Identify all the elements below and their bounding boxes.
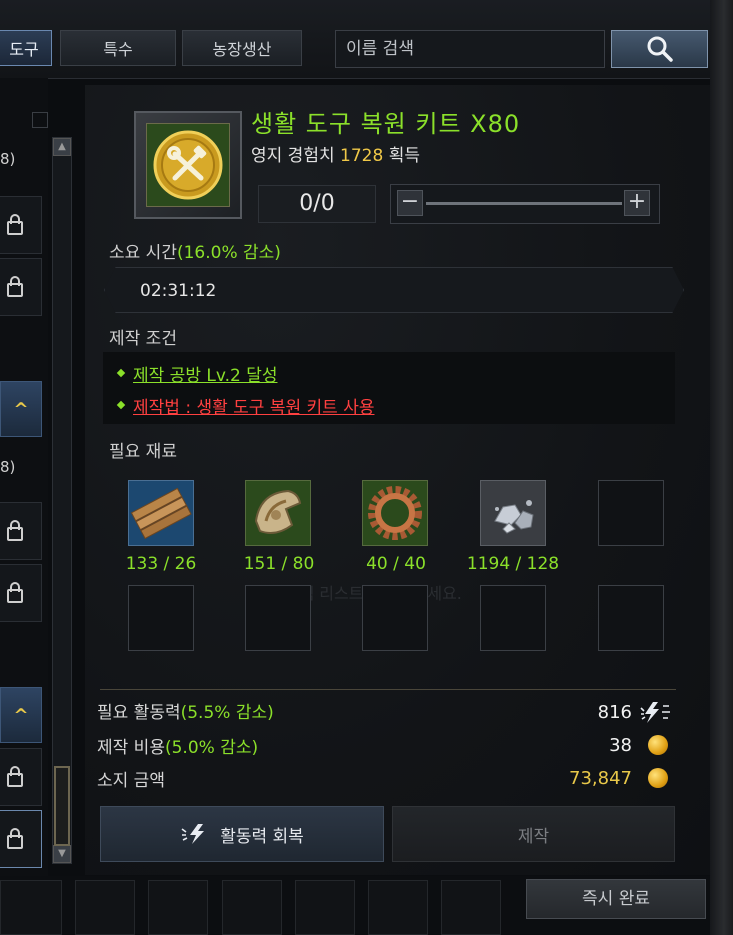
lock-icon: [6, 828, 23, 849]
queue-slot[interactable]: [368, 880, 428, 935]
collapse-button[interactable]: ^: [0, 687, 42, 743]
queue-slot[interactable]: [295, 880, 355, 935]
time-reduction: (16.0% 감소): [176, 243, 281, 263]
list-item[interactable]: [0, 564, 42, 622]
list-item[interactable]: [0, 748, 42, 806]
material-slot[interactable]: [362, 480, 428, 546]
owned-value: 73,847: [569, 768, 632, 789]
lock-icon: [6, 520, 23, 541]
material-slot-empty: [128, 585, 194, 651]
condition-item[interactable]: 제작법 : 생활 도구 복원 키트 사용: [133, 393, 374, 418]
craft-button[interactable]: 제작: [392, 806, 675, 862]
material-slot-empty: [598, 585, 664, 651]
list-item[interactable]: [0, 258, 42, 316]
list-item-selected[interactable]: [0, 810, 42, 868]
queue-slot[interactable]: [222, 880, 282, 935]
material-slot[interactable]: [245, 480, 311, 546]
item-icon-background: [146, 123, 230, 207]
material-count: 1194 / 128: [466, 554, 560, 574]
reward-value: 1728: [340, 146, 384, 166]
lock-icon: [6, 766, 23, 787]
recover-energy-label: 활동력 회복: [220, 826, 304, 847]
lock-icon: [6, 582, 23, 603]
list-count: 8): [0, 150, 16, 168]
list-item[interactable]: [0, 502, 42, 560]
gold-coin-icon: [648, 768, 668, 788]
ancient-relic-icon: [254, 489, 302, 534]
quantity-display: 0/0: [258, 185, 376, 223]
energy-row: 필요 활동력(5.5% 감소): [97, 698, 274, 723]
chevron-up-icon: ^: [13, 398, 29, 420]
material-count: 40 / 40: [366, 554, 426, 574]
collapse-button[interactable]: ^: [0, 381, 42, 437]
divider: [100, 689, 676, 690]
cost-reduction: (5.0% 감소): [164, 738, 259, 758]
material-slot[interactable]: [480, 480, 546, 546]
instant-complete-button[interactable]: 즉시 완료: [526, 879, 706, 919]
tab-tools[interactable]: 도구: [0, 30, 52, 66]
lock-icon: [6, 214, 23, 235]
chevron-up-icon: ^: [13, 704, 29, 726]
scroll-down-arrow-icon[interactable]: ▼: [53, 845, 71, 863]
time-value: 02:31:12: [140, 281, 217, 301]
wrench-hammer-coin-icon: [153, 130, 223, 200]
material-count: 133 / 26: [125, 554, 197, 574]
list-item[interactable]: [0, 196, 42, 254]
list-scrollbar[interactable]: [52, 137, 72, 864]
cost-value: 38: [609, 735, 632, 756]
energy-reduction: (5.5% 감소): [180, 703, 274, 723]
window-edge: [710, 0, 733, 935]
recover-energy-button[interactable]: 활동력 회복: [100, 806, 384, 862]
tab-farm-production[interactable]: 농장생산: [182, 30, 302, 66]
list-header-box: [32, 112, 48, 128]
search-icon: [647, 36, 673, 62]
queue-slot[interactable]: [148, 880, 208, 935]
material-slot-empty: [362, 585, 428, 651]
cost-label: 제작 비용: [97, 738, 165, 758]
owned-label: 소지 금액: [97, 771, 165, 791]
energy-label: 필요 활동력: [97, 703, 181, 723]
iron-ore-icon: [494, 500, 534, 534]
energy-icon: [640, 702, 670, 723]
material-slot-empty: [480, 585, 546, 651]
increase-button[interactable]: +: [624, 190, 650, 216]
search-button[interactable]: [611, 30, 708, 68]
gold-coin-icon: [648, 735, 668, 755]
tab-special[interactable]: 특수: [60, 30, 176, 66]
scroll-up-arrow-icon[interactable]: ▲: [53, 138, 71, 156]
energy-value: 816: [597, 702, 632, 723]
reward-label: 영지 경험치: [251, 146, 335, 166]
queue-slot[interactable]: [75, 880, 135, 935]
time-label-text: 소요 시간: [109, 243, 177, 263]
materials-label: 필요 재료: [109, 442, 177, 462]
list-count: 8): [0, 458, 16, 476]
decrease-button[interactable]: −: [397, 190, 423, 216]
queue-slot[interactable]: [441, 880, 501, 935]
scroll-thumb[interactable]: [54, 766, 70, 846]
condition-item[interactable]: 제작 공방 Lv.2 달성: [133, 361, 277, 386]
item-reward: 영지 경험치 1728 획득: [251, 141, 420, 166]
wood-planks-icon: [130, 487, 192, 540]
material-slot[interactable]: [128, 480, 194, 546]
time-label: 소요 시간(16.0% 감소): [109, 238, 281, 263]
cost-row: 제작 비용(5.0% 감소): [97, 733, 258, 758]
material-count: 151 / 80: [243, 554, 315, 574]
gear-icon: [368, 486, 422, 540]
item-title: 생활 도구 복원 키트 X80: [251, 110, 521, 138]
material-slot-empty: [245, 585, 311, 651]
energy-icon: [181, 824, 205, 844]
queue-slot[interactable]: [0, 880, 62, 935]
search-input[interactable]: 이름 검색: [335, 30, 605, 68]
slider-track[interactable]: [426, 202, 622, 205]
reward-suffix: 획득: [388, 146, 420, 166]
conditions-label: 제작 조건: [109, 329, 177, 349]
lock-icon: [6, 276, 23, 297]
material-slot-empty: [598, 480, 664, 546]
